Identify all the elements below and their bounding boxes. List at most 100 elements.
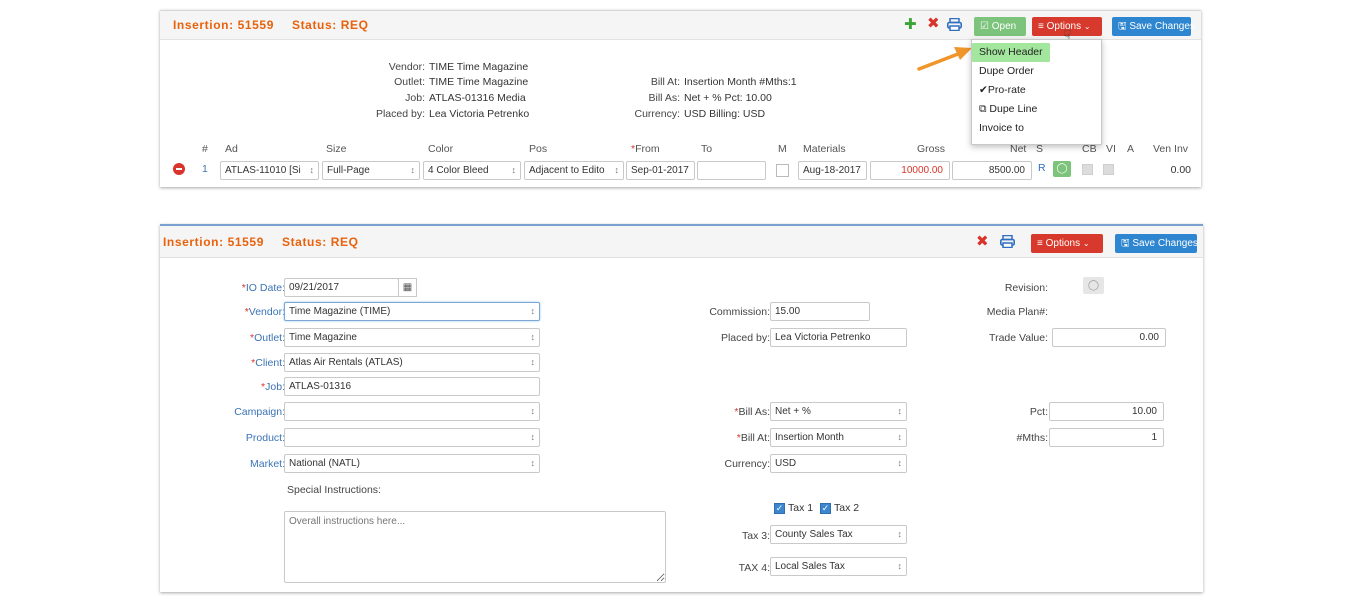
job-input[interactable]: ATLAS-01316 xyxy=(284,377,540,396)
mths-label: #Mths: xyxy=(1016,432,1048,444)
revision-comment-icon[interactable]: ◯ xyxy=(1083,277,1104,294)
cb-checkbox[interactable] xyxy=(1082,164,1093,175)
bill-as-value: Net + % Pct: 10.00 xyxy=(684,92,772,104)
floppy-icon: 🖫 xyxy=(1118,21,1130,32)
bill-at-select[interactable]: Insertion Month xyxy=(770,428,907,447)
product-label: Product: xyxy=(245,432,285,444)
tax3-label: Tax 3: xyxy=(741,530,770,542)
col-vi: VI xyxy=(1106,143,1116,155)
list-icon: ≡ xyxy=(1037,238,1046,249)
vendor-label: *Vendor: xyxy=(244,306,285,318)
insertion-number: Insertion: 51559 xyxy=(163,235,264,249)
campaign-label: Campaign: xyxy=(234,406,285,418)
s-indicator[interactable]: R xyxy=(1038,162,1046,174)
ad-select[interactable]: ATLAS-11010 [Si xyxy=(220,161,319,180)
panel-title: Insertion: 51559 Status: REQ xyxy=(163,235,377,249)
product-select[interactable] xyxy=(284,428,540,447)
trade-value-input[interactable]: 0.00 xyxy=(1052,328,1166,347)
print-icon[interactable] xyxy=(1000,235,1015,248)
commission-label: Commission: xyxy=(709,306,770,318)
panel-title: Insertion: 51559 Status: REQ xyxy=(173,18,387,32)
bill-at-label: *Bill At: xyxy=(736,432,770,444)
delete-icon[interactable]: ✖ xyxy=(976,234,989,249)
col-ad: Ad xyxy=(225,143,238,155)
menu-dupe-line[interactable]: ⧉ Dupe Line xyxy=(972,100,1101,119)
outlet-select[interactable]: Time Magazine xyxy=(284,328,540,347)
client-select[interactable]: Atlas Air Rentals (ATLAS) xyxy=(284,353,540,372)
gross-input[interactable]: 10000.00 xyxy=(870,161,950,180)
materials-date-input[interactable]: Aug-18-2017 xyxy=(798,161,867,180)
vi-checkbox[interactable] xyxy=(1103,164,1114,175)
mths-input[interactable]: 1 xyxy=(1049,428,1164,447)
col-number: # xyxy=(202,143,208,155)
col-m: M xyxy=(778,143,787,155)
job-label: Job: xyxy=(405,92,425,104)
calendar-icon[interactable]: ▦ xyxy=(398,278,417,297)
media-plan-label: Media Plan#: xyxy=(986,306,1048,318)
insertion-panel-expanded: Insertion: 51559 Status: REQ ✖ ≡ Options … xyxy=(160,224,1203,592)
from-date-input[interactable]: Sep-01-2017 xyxy=(626,161,695,180)
outlet-label: *Outlet: xyxy=(249,332,285,344)
tax2-label: Tax 2 xyxy=(834,502,860,514)
size-select[interactable]: Full-Page xyxy=(322,161,420,180)
menu-pro-rate[interactable]: ✔Pro-rate xyxy=(972,81,1101,100)
special-instructions-label: Special Instructions: xyxy=(287,484,381,496)
special-instructions-textarea[interactable] xyxy=(284,511,666,583)
bill-as-label: Bill As: xyxy=(648,92,680,104)
placed-by-value: Lea Victoria Petrenko xyxy=(429,108,530,120)
print-icon[interactable] xyxy=(947,18,962,31)
save-changes-button[interactable]: 🖫 Save Changes xyxy=(1112,17,1195,36)
campaign-select[interactable] xyxy=(284,402,540,421)
tax2-checkbox[interactable]: ✓ xyxy=(820,503,831,514)
market-select[interactable]: National (NATL) xyxy=(284,454,540,473)
net-input[interactable]: 8500.00 xyxy=(952,161,1032,180)
m-checkbox[interactable] xyxy=(776,164,789,177)
floppy-icon: 🖫 xyxy=(1121,238,1133,249)
col-to: To xyxy=(701,143,713,155)
insertion-number: Insertion: 51559 xyxy=(173,18,274,32)
placed-by-input[interactable]: Lea Victoria Petrenko xyxy=(770,328,907,347)
arrow-icon xyxy=(917,47,972,71)
add-icon[interactable]: ✚ xyxy=(904,17,917,32)
col-a: A xyxy=(1127,143,1135,155)
status-label: Status: REQ xyxy=(291,18,369,32)
outlet-value: TIME Time Magazine xyxy=(429,76,529,88)
copy-icon: ⧉ xyxy=(979,103,990,115)
bill-as-select[interactable]: Net + % xyxy=(770,402,907,421)
vendor-label: Vendor: xyxy=(388,61,425,73)
row-number: 1 xyxy=(202,163,208,175)
tax4-select[interactable]: Local Sales Tax xyxy=(770,557,907,576)
to-date-input[interactable] xyxy=(697,161,766,180)
client-label: *Client: xyxy=(251,357,285,369)
vendor-select[interactable]: Time Magazine (TIME) xyxy=(284,302,540,321)
currency-value: USD Billing: USD xyxy=(684,108,766,120)
currency-select[interactable]: USD xyxy=(770,454,907,473)
placed-by-label: Placed by: xyxy=(720,332,770,344)
remove-row-icon[interactable] xyxy=(173,163,185,175)
chevron-down-icon: ⌄ xyxy=(1083,22,1091,31)
job-value: ATLAS-01316 Media xyxy=(429,92,526,104)
save-changes-button[interactable]: 🖫 Save Changes xyxy=(1115,234,1198,253)
open-button[interactable]: ☑ Open xyxy=(974,17,1026,36)
menu-show-header[interactable]: Show Header xyxy=(972,43,1050,62)
commission-input[interactable]: 15.00 xyxy=(770,302,870,321)
pct-label: Pct: xyxy=(1029,406,1048,418)
menu-invoice-to[interactable]: Invoice to xyxy=(972,119,1101,138)
menu-dupe-order[interactable]: Dupe Order xyxy=(972,62,1101,81)
tax3-select[interactable]: County Sales Tax xyxy=(770,525,907,544)
comment-icon[interactable]: ◯ xyxy=(1053,161,1071,177)
io-date-label: *IO Date: xyxy=(241,282,285,294)
currency-label: Currency: xyxy=(634,108,680,120)
tax1-checkbox[interactable]: ✓ xyxy=(774,503,785,514)
pct-input[interactable]: 10.00 xyxy=(1049,402,1164,421)
io-date-input[interactable]: 09/21/2017 xyxy=(284,278,399,297)
pos-select[interactable]: Adjacent to Edito xyxy=(524,161,624,180)
options-menu: Show Header Dupe Order ✔Pro-rate ⧉ Dupe … xyxy=(971,39,1102,145)
market-label: Market: xyxy=(249,458,285,470)
bill-at-value: Insertion Month #Mths:1 xyxy=(684,76,797,88)
col-ven-inv: Ven Inv xyxy=(1153,143,1189,155)
color-select[interactable]: 4 Color Bleed xyxy=(423,161,521,180)
delete-icon[interactable]: ✖ xyxy=(927,16,940,31)
options-button[interactable]: ≡ Options ⌄ xyxy=(1031,234,1103,253)
chevron-down-icon: ⌄ xyxy=(1082,239,1090,248)
